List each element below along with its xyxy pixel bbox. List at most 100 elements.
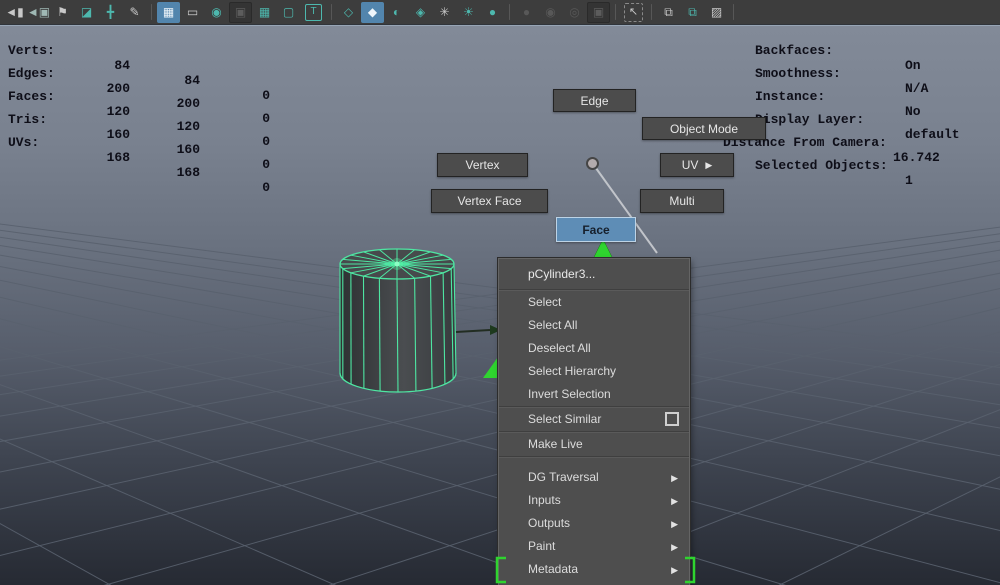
safe-title-icon[interactable]: T	[305, 4, 322, 21]
menu-item-inputs[interactable]: Inputs ▶	[499, 489, 689, 512]
marking-menu-multi[interactable]: Multi	[640, 189, 724, 213]
snap-icon[interactable]: ╋	[99, 2, 122, 23]
duplicate-panel-icon[interactable]: ⧉	[657, 2, 680, 23]
hud-label: Smoothness:	[755, 66, 841, 81]
toolbar-separator	[615, 4, 616, 20]
hud-value: 120	[138, 119, 200, 134]
hud-value: 1	[905, 173, 913, 188]
hud-value: 0	[208, 134, 270, 149]
hud-row-display-layer: Display Layer: default	[0, 97, 47, 111]
camera-settings-icon[interactable]: ◄▣	[27, 2, 50, 23]
hud-row-selected-objects: Selected Objects: 1	[0, 143, 47, 157]
gate-mask-icon[interactable]: ▣	[229, 2, 252, 23]
menu-item-label: Outputs	[528, 516, 570, 530]
shaded-cube-icon[interactable]: ◆	[361, 2, 384, 23]
menu-item-invert-selection[interactable]: Invert Selection	[499, 383, 689, 406]
marking-menu-edge[interactable]: Edge	[553, 89, 636, 112]
hud-value: 168	[58, 150, 130, 165]
hud-label: Selected Objects:	[755, 158, 888, 173]
hud-value: 160	[58, 127, 130, 142]
menu-item-select-all[interactable]: Select All	[499, 314, 689, 337]
3d-viewport[interactable]: Verts: 84 84 0 Edges: 200 200 0 Faces: 1…	[0, 25, 1000, 585]
lighting-icon[interactable]: ☀	[457, 2, 480, 23]
menu-item-label: Paint	[528, 539, 555, 553]
menu-item-label: Make Live	[528, 437, 583, 451]
hud-value: 160	[138, 142, 200, 157]
menu-item-dg-traversal[interactable]: DG Traversal ▶	[499, 466, 689, 489]
menu-item-label: Select Hierarchy	[528, 364, 616, 378]
menu-item-select-hierarchy[interactable]: Select Hierarchy	[499, 360, 689, 383]
menu-spacer	[499, 458, 689, 466]
multisample-icon[interactable]: ▣	[587, 2, 610, 23]
hud-label: Display Layer:	[755, 112, 864, 127]
hud-row-instance: Instance: No	[0, 74, 47, 88]
hud-value: 16.742	[893, 150, 940, 165]
marking-menu-uv[interactable]: UV ▶	[660, 153, 734, 177]
marking-menu-label: UV	[682, 158, 699, 172]
grid-icon[interactable]: ▦	[157, 2, 180, 23]
menu-item-metadata[interactable]: Metadata ▶	[499, 558, 689, 581]
image-plane-icon[interactable]: ◪	[75, 2, 98, 23]
menu-item-label: Select	[528, 295, 561, 309]
hud-value: default	[905, 127, 960, 142]
marking-menu-vertex[interactable]: Vertex	[437, 153, 528, 177]
safe-action-icon[interactable]: ▢	[277, 2, 300, 23]
submenu-arrow-icon: ▶	[671, 467, 678, 490]
ambient-occlusion-icon[interactable]: ●	[515, 2, 538, 23]
submenu-arrow-icon: ▶	[705, 161, 712, 170]
wireframe-on-shaded-icon[interactable]: ◐	[385, 2, 408, 23]
menu-item-select[interactable]: Select	[499, 291, 689, 314]
default-material-icon[interactable]: ✳	[433, 2, 456, 23]
resolution-gate-icon[interactable]: ◉	[205, 2, 228, 23]
menu-item-label: Select All	[528, 318, 577, 332]
camera-icon[interactable]: ◄▮	[3, 2, 26, 23]
submenu-arrow-icon: ▶	[671, 536, 678, 559]
fog-icon[interactable]: ◎	[563, 2, 586, 23]
menu-item-label: Inputs	[528, 493, 561, 507]
marking-menu-object-mode[interactable]: Object Mode	[642, 117, 766, 140]
pencil-icon[interactable]: ✎	[123, 2, 146, 23]
hud-row-distance-from-camera: Distance From Camera: 16.742	[0, 120, 47, 134]
menu-item-paint[interactable]: Paint ▶	[499, 535, 689, 558]
bookmark-icon[interactable]: ⚑	[51, 2, 74, 23]
menu-item-label: Deselect All	[528, 341, 591, 355]
marking-menu-label: Vertex Face	[457, 194, 521, 208]
textured-cube-icon[interactable]: ◈	[409, 2, 432, 23]
menu-item-outputs[interactable]: Outputs ▶	[499, 512, 689, 535]
film-gate-icon[interactable]: ▭	[181, 2, 204, 23]
hud-value: 84	[58, 58, 130, 73]
marking-menu-origin	[586, 157, 599, 170]
tearoff-panel-icon[interactable]: ⧉	[681, 2, 704, 23]
marking-menu-vertex-face[interactable]: Vertex Face	[431, 189, 548, 213]
screenshot-icon[interactable]: ▨	[705, 2, 728, 23]
field-chart-icon[interactable]: ▦	[253, 2, 276, 23]
option-box-icon[interactable]	[665, 412, 679, 426]
menu-item-deselect-all[interactable]: Deselect All	[499, 337, 689, 360]
toolbar-separator	[331, 4, 332, 20]
hud-value: 168	[138, 165, 200, 180]
hud-value: 84	[138, 73, 200, 88]
hud-value: 120	[58, 104, 130, 119]
hud-value: On	[905, 58, 921, 73]
hud-value: 0	[208, 88, 270, 103]
menu-item-label: Invert Selection	[528, 387, 611, 401]
marking-menu-face[interactable]: Face	[556, 217, 636, 242]
marking-menu-label: Vertex	[465, 158, 499, 172]
context-menu: pCylinder3... Select Select All Deselect…	[498, 258, 690, 585]
hud-value: No	[905, 104, 921, 119]
motion-blur-icon[interactable]: ◉	[539, 2, 562, 23]
menu-item-make-live[interactable]: Make Live	[499, 433, 689, 456]
submenu-arrow-icon: ▶	[671, 559, 678, 582]
shadows-icon[interactable]: ●	[481, 2, 504, 23]
menu-item-label: Metadata	[528, 562, 578, 576]
toolbar-separator	[733, 4, 734, 20]
menu-item-label: DG Traversal	[528, 470, 599, 484]
wireframe-cube-icon[interactable]: ◇	[337, 2, 360, 23]
hud-value: 200	[138, 96, 200, 111]
hud-label: Backfaces:	[755, 43, 833, 58]
toolbar-separator	[651, 4, 652, 20]
isolate-select-icon[interactable]: ↖	[624, 3, 643, 22]
menu-item-select-similar[interactable]: Select Similar	[499, 408, 689, 431]
hud-row-backfaces: Backfaces: On	[0, 28, 47, 42]
context-menu-title[interactable]: pCylinder3...	[499, 259, 689, 289]
